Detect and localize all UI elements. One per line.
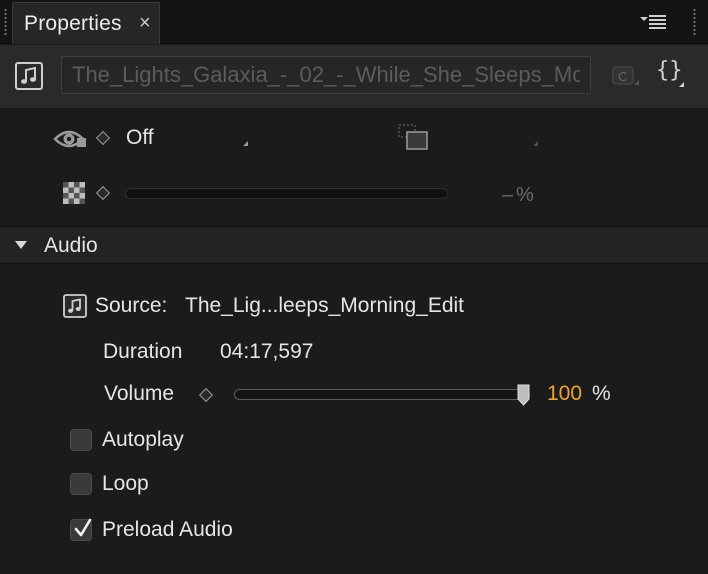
mask-transform-icon[interactable] [398,124,430,157]
braces-dropdown-icon [679,82,684,87]
volume-slider-thumb[interactable] [517,384,530,406]
mask-dropdown-icon[interactable] [533,141,538,146]
audio-source-icon [63,294,87,323]
visibility-value[interactable]: Off [126,126,154,150]
preload-audio-label[interactable]: Preload Audio [102,518,233,542]
css-class-icon[interactable]: C [612,66,640,93]
panel-grip-icon[interactable] [4,8,7,36]
source-name-input[interactable] [62,57,590,93]
visibility-dropdown-icon[interactable] [243,141,248,146]
panel-menu-icon[interactable] [635,8,675,34]
visibility-keyframe-icon[interactable] [95,130,111,146]
opacity-slider[interactable] [125,188,448,199]
panel-grip-icon[interactable] [693,8,696,36]
checkmark-icon [74,518,92,537]
properties-panel: Properties × The_Lights_Galaxia_-_02_-_W… [0,0,708,574]
source-label: Source: [95,294,168,317]
preload-audio-checkbox[interactable] [70,518,92,541]
opacity-unit: % [516,184,534,206]
tab-label: Properties [24,12,122,35]
svg-text:C: C [618,69,627,84]
visibility-eye-icon [53,124,89,159]
autoplay-checkbox[interactable] [70,429,92,451]
duration-value: 04:17,597 [220,340,314,363]
volume-unit: % [592,382,611,405]
volume-value[interactable]: 100 [547,382,582,406]
source-strip: C {} [0,45,708,109]
source-name-field[interactable] [61,56,591,94]
volume-keyframe-icon[interactable] [198,387,214,403]
audio-section-label: Audio [44,234,98,257]
volume-label: Volume [104,382,175,405]
panel-tab-bar: Properties × [0,0,708,44]
opacity-value: – [502,184,514,206]
collapse-triangle-icon [15,241,27,249]
tab-properties[interactable]: Properties × [12,2,160,44]
loop-checkbox[interactable] [70,473,92,495]
source-value: The_Lig...leeps_Morning_Edit [185,294,465,317]
audio-section-header[interactable]: Audio [0,226,708,264]
autoplay-label[interactable]: Autoplay [102,428,184,452]
code-braces-icon[interactable]: {} [656,58,683,83]
loop-label[interactable]: Loop [102,472,149,496]
tab-close-icon[interactable]: × [139,12,151,35]
volume-slider[interactable] [234,389,530,400]
opacity-keyframe-icon[interactable] [95,185,111,201]
duration-label: Duration [103,340,183,363]
opacity-checker-icon [63,182,85,209]
audio-file-icon [15,62,43,95]
